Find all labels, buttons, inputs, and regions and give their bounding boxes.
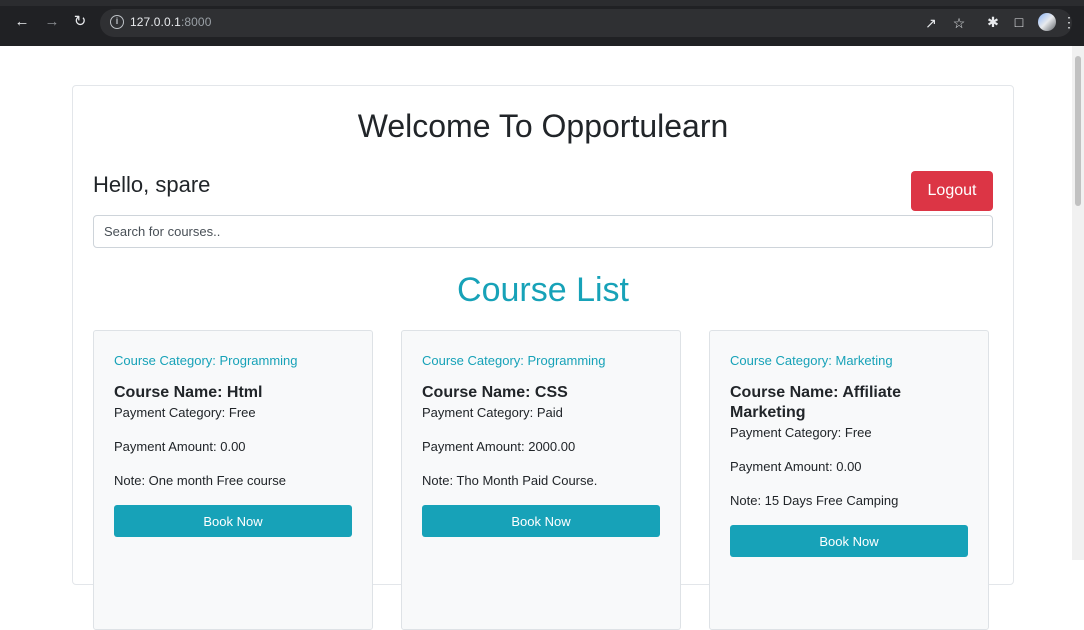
tab-strip: [0, 0, 1084, 6]
url-text: 127.0.0.1:8000: [130, 15, 211, 29]
reload-icon[interactable]: ↻: [70, 12, 90, 32]
course-name: Course Name: CSS: [422, 384, 568, 401]
profile-icon[interactable]: [1038, 13, 1056, 31]
greeting: Hello, spare: [93, 172, 211, 197]
browser-toolbar: ← → ↻ i 127.0.0.1:8000 ↗ ☆ ✱ □ ⋮: [0, 0, 1084, 46]
logout-button[interactable]: Logout: [911, 171, 993, 211]
payment-amount: Payment Amount: 2000.00: [422, 439, 576, 454]
forward-icon[interactable]: →: [42, 12, 62, 32]
course-category: Course Category: Programming: [422, 353, 606, 368]
course-category: Course Category: Marketing: [730, 353, 893, 368]
extensions-icon[interactable]: ✱: [984, 13, 1002, 31]
sidepanel-icon[interactable]: □: [1010, 13, 1028, 31]
page-scrollbar[interactable]: [1072, 46, 1084, 560]
course-note: Note: One month Free course: [114, 473, 286, 488]
course-list-title: Course List: [457, 271, 629, 309]
payment-amount: Payment Amount: 0.00: [730, 459, 862, 474]
search-input[interactable]: [93, 215, 993, 248]
address-bar[interactable]: i 127.0.0.1:8000 ↗ ☆: [100, 9, 1072, 37]
url-host: 127.0.0.1: [130, 15, 181, 29]
course-name: Course Name: Html: [114, 384, 263, 401]
payment-category: Payment Category: Free: [730, 425, 872, 440]
course-category: Course Category: Programming: [114, 353, 298, 368]
main-card: Welcome To Opportulearn Hello, spare Log…: [72, 85, 1014, 630]
payment-amount: Payment Amount: 0.00: [114, 439, 246, 454]
menu-icon[interactable]: ⋮: [1062, 13, 1076, 31]
course-card: Course Category: Programming Course Name…: [93, 330, 373, 630]
page-title: Welcome To Opportulearn: [357, 108, 729, 144]
book-now-button[interactable]: Book Now: [422, 505, 660, 537]
info-icon[interactable]: i: [110, 15, 124, 29]
star-icon[interactable]: ☆: [950, 14, 968, 32]
course-note: Note: 15 Days Free Camping: [730, 493, 899, 508]
back-icon[interactable]: ←: [12, 12, 32, 32]
payment-category: Payment Category: Paid: [422, 405, 563, 420]
course-card: Course Category: Programming Course Name…: [401, 330, 681, 630]
payment-category: Payment Category: Free: [114, 405, 256, 420]
book-now-button[interactable]: Book Now: [730, 525, 968, 557]
url-port: :8000: [180, 15, 212, 29]
scrollbar-thumb[interactable]: [1075, 56, 1081, 206]
course-card: Course Category: Marketing Course Name: …: [709, 330, 989, 630]
share-icon[interactable]: ↗: [922, 14, 940, 32]
book-now-button[interactable]: Book Now: [114, 505, 352, 537]
course-name: Course Name: Affiliate Marketing: [730, 384, 901, 421]
course-note: Note: Tho Month Paid Course.: [422, 473, 598, 488]
